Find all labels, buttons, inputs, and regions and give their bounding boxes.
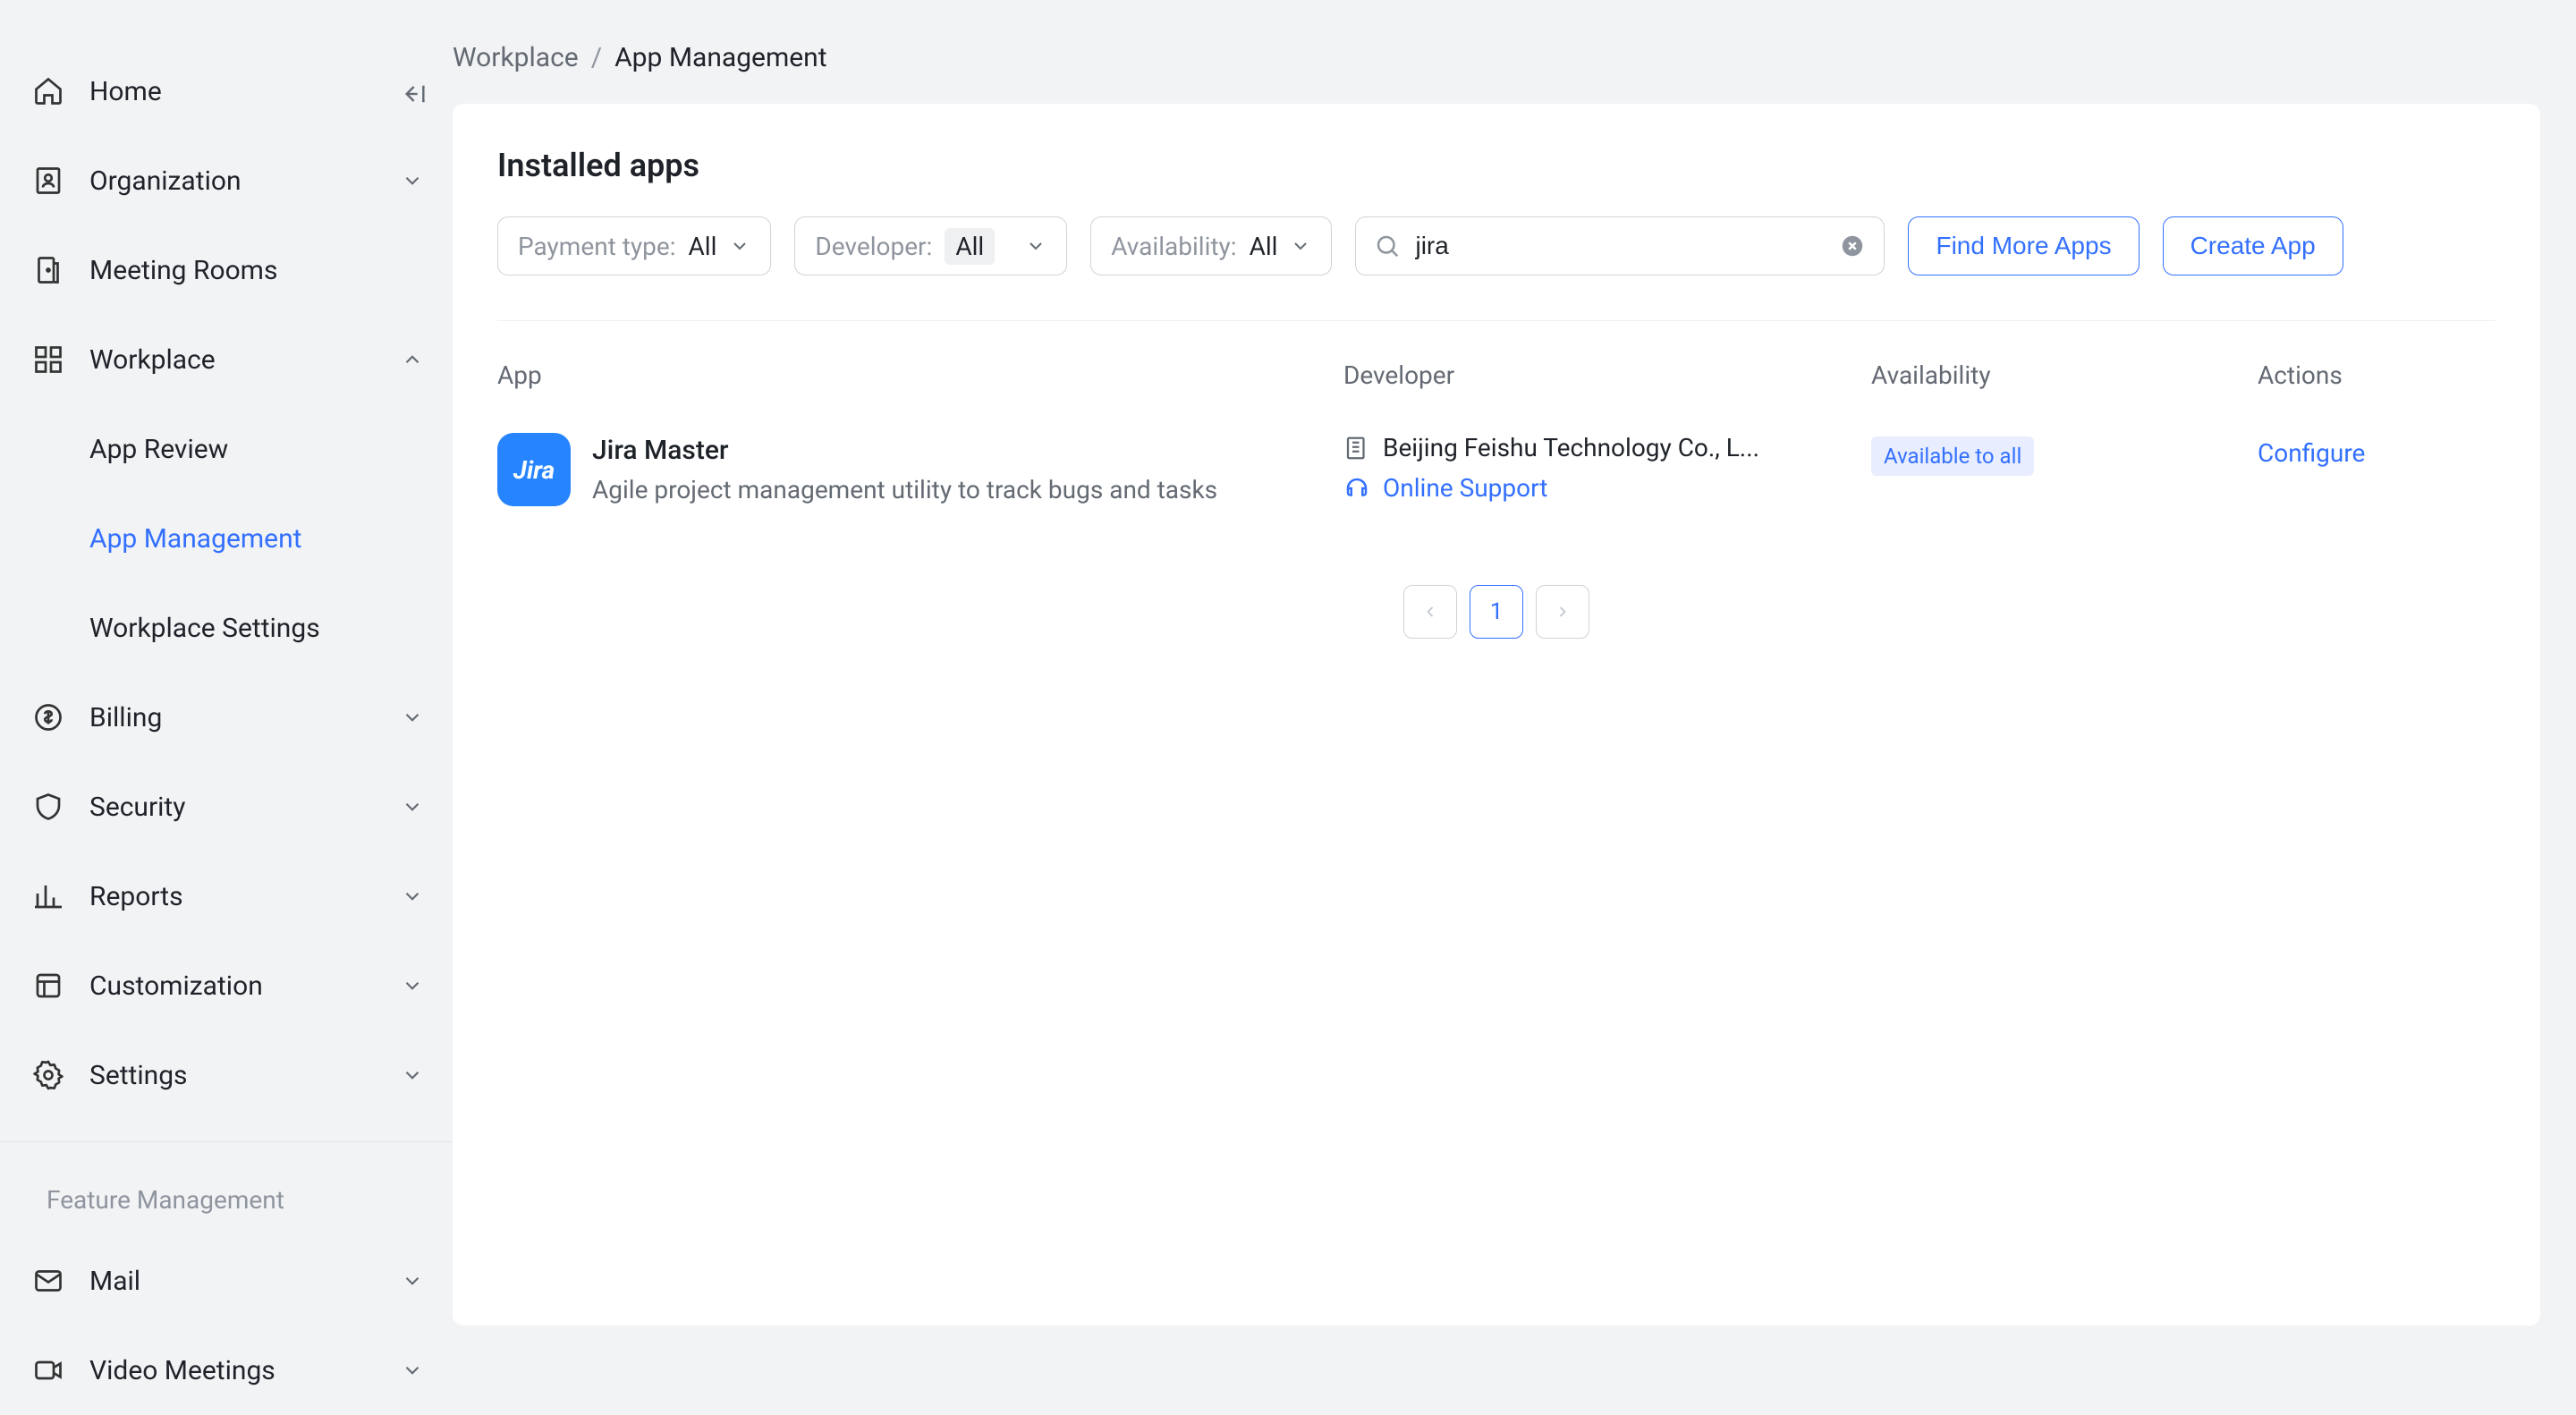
support-icon: [1343, 475, 1370, 502]
sidebar-item-reports[interactable]: Reports: [32, 852, 424, 941]
filter-row: Payment type: All Developer: All Availab…: [497, 216, 2496, 321]
filter-value: All: [945, 228, 995, 265]
chevron-down-icon: [401, 1359, 424, 1382]
sidebar-item-label: Video Meetings: [89, 1355, 275, 1386]
sidebar-item-app-management[interactable]: App Management: [89, 494, 424, 583]
app-icon: Jira: [497, 433, 571, 506]
table-header: App Developer Availability Actions: [497, 321, 2496, 420]
chevron-down-icon: [401, 706, 424, 729]
chevron-down-icon: [401, 974, 424, 997]
sidebar: Home Organization Meeting Rooms Wo: [0, 0, 453, 1326]
table-header-app: App: [497, 360, 1343, 390]
video-icon: [32, 1354, 64, 1386]
pagination: 1: [497, 585, 2496, 639]
chart-icon: [32, 880, 64, 912]
company-icon: [1343, 435, 1370, 462]
collapse-sidebar-icon[interactable]: [401, 80, 424, 103]
sidebar-item-label: Organization: [89, 165, 242, 197]
filter-label: Payment type:: [518, 232, 676, 261]
sidebar-item-workplace[interactable]: Workplace: [32, 315, 424, 404]
filter-label: Availability:: [1111, 232, 1236, 261]
breadcrumb-parent[interactable]: Workplace: [453, 42, 579, 73]
sidebar-item-label: Billing: [89, 702, 162, 733]
create-app-button[interactable]: Create App: [2163, 216, 2343, 275]
sidebar-divider: [0, 1141, 453, 1142]
filter-value: All: [689, 232, 717, 261]
door-icon: [32, 254, 64, 286]
sidebar-item-workplace-settings[interactable]: Workplace Settings: [89, 583, 424, 673]
sidebar-item-label: Security: [89, 792, 185, 823]
sidebar-item-label: Settings: [89, 1060, 188, 1091]
sidebar-item-security[interactable]: Security: [32, 762, 424, 852]
clear-icon[interactable]: [1839, 233, 1866, 259]
sidebar-item-billing[interactable]: Billing: [32, 673, 424, 762]
sidebar-item-label: Workplace: [89, 344, 216, 376]
chevron-down-icon: [401, 169, 424, 192]
chevron-up-icon: [401, 348, 424, 371]
sidebar-item-settings[interactable]: Settings: [32, 1030, 424, 1120]
page-number-button[interactable]: 1: [1470, 585, 1523, 639]
chevron-down-icon: [729, 235, 750, 257]
content-panel: Installed apps Payment type: All Develop…: [453, 104, 2540, 1326]
search-input[interactable]: [1415, 232, 1825, 260]
sidebar-item-meeting-rooms[interactable]: Meeting Rooms: [32, 225, 424, 315]
chevron-down-icon: [401, 1063, 424, 1087]
mail-icon: [32, 1265, 64, 1297]
filter-label: Developer:: [815, 232, 932, 261]
breadcrumb-sep: /: [591, 42, 602, 73]
sidebar-item-organization[interactable]: Organization: [32, 136, 424, 225]
organization-icon: [32, 165, 64, 197]
table-header-actions: Actions: [2258, 360, 2496, 390]
app-description: Agile project management utility to trac…: [592, 475, 1217, 504]
chevron-down-icon: [401, 885, 424, 908]
sidebar-section-label: Feature Management: [32, 1164, 424, 1236]
customize-icon: [32, 970, 64, 1002]
sidebar-item-customization[interactable]: Customization: [32, 941, 424, 1030]
sidebar-item-video-meetings[interactable]: Video Meetings: [32, 1326, 424, 1415]
chevron-down-icon: [401, 1269, 424, 1292]
breadcrumb: Workplace / App Management: [453, 0, 2540, 104]
chevron-down-icon: [1025, 235, 1046, 257]
chevron-down-icon: [1290, 235, 1311, 257]
gear-icon: [32, 1059, 64, 1091]
sidebar-item-label: Meeting Rooms: [89, 255, 277, 286]
grid-icon: [32, 343, 64, 376]
online-support-link[interactable]: Online Support: [1383, 473, 1547, 503]
breadcrumb-current: App Management: [614, 42, 826, 73]
sidebar-item-label: Home: [89, 76, 162, 107]
filter-value: All: [1250, 232, 1278, 261]
home-icon: [32, 75, 64, 107]
filter-payment-type[interactable]: Payment type: All: [497, 216, 771, 275]
table-header-availability: Availability: [1871, 360, 2258, 390]
app-name[interactable]: Jira Master: [592, 435, 1217, 466]
sidebar-item-app-review[interactable]: App Review: [89, 404, 424, 494]
configure-link[interactable]: Configure: [2258, 438, 2496, 468]
availability-badge: Available to all: [1871, 436, 2034, 476]
sidebar-item-label: App Management: [89, 523, 301, 555]
filter-availability[interactable]: Availability: All: [1090, 216, 1332, 275]
search-box[interactable]: [1355, 216, 1885, 275]
main-area: Workplace / App Management Installed app…: [453, 0, 2576, 1326]
sidebar-item-mail[interactable]: Mail: [32, 1236, 424, 1326]
sidebar-item-label: Workplace Settings: [89, 613, 320, 644]
sidebar-item-label: Customization: [89, 970, 263, 1002]
filter-developer[interactable]: Developer: All: [794, 216, 1067, 275]
page-title: Installed apps: [497, 147, 2496, 184]
dollar-circle-icon: [32, 701, 64, 733]
sidebar-item-label: Reports: [89, 881, 183, 912]
page-next-button[interactable]: [1536, 585, 1589, 639]
page-prev-button[interactable]: [1403, 585, 1457, 639]
table-header-developer: Developer: [1343, 360, 1871, 390]
sidebar-item-label: App Review: [89, 434, 228, 465]
chevron-down-icon: [401, 795, 424, 818]
sidebar-item-home[interactable]: Home: [32, 47, 424, 136]
sidebar-sub-items-workplace: App Review App Management Workplace Sett…: [89, 404, 424, 673]
sidebar-item-label: Mail: [89, 1266, 140, 1297]
find-more-apps-button[interactable]: Find More Apps: [1908, 216, 2139, 275]
shield-icon: [32, 791, 64, 823]
search-icon: [1374, 233, 1401, 259]
table-row: Jira Jira Master Agile project managemen…: [497, 420, 2496, 519]
developer-name: Beijing Feishu Technology Co., L...: [1383, 433, 1759, 462]
